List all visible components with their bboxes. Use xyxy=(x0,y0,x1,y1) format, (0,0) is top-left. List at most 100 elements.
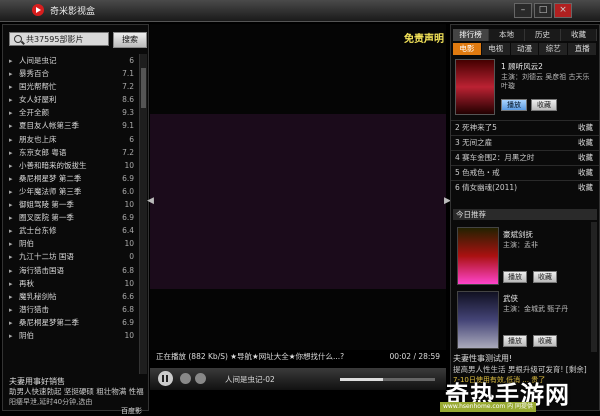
app-title: 奇米影视盒 xyxy=(50,7,96,17)
movie-rating: 6.0 xyxy=(122,186,134,196)
list-item[interactable]: ▸ 夏目友人帐第三季 9.1 xyxy=(9,119,136,132)
list-item[interactable]: ▸ 小善和暗来的饭拔生 10 xyxy=(9,159,136,172)
tab-anime[interactable]: 动漫 xyxy=(510,43,539,55)
today-title[interactable]: 豪斌剑抚 xyxy=(503,229,533,240)
favorite-link[interactable]: 收藏 xyxy=(578,151,593,165)
list-item[interactable]: ▸ 魔乳秘剑帖 6.6 xyxy=(9,290,136,303)
movie-title: 武士台东修 xyxy=(19,226,57,236)
movie-poster[interactable] xyxy=(457,227,499,285)
list-item[interactable]: ▸ 暴秀百合 7.1 xyxy=(9,67,136,80)
expand-arrow-icon: ▸ xyxy=(9,214,13,223)
list-item[interactable]: ▸ 女人好屋利 8.6 xyxy=(9,93,136,106)
movie-poster[interactable] xyxy=(457,291,499,349)
list-item[interactable]: ▸ 东京女郎 粤语 7.2 xyxy=(9,146,136,159)
favorite-button[interactable]: 收藏 xyxy=(531,99,557,111)
list-item[interactable]: 6 倩女幽魂(2011) 收藏 xyxy=(451,180,599,195)
list-item[interactable]: ▸ 再秋 10 xyxy=(9,277,136,290)
movie-rating: 6.9 xyxy=(122,213,134,223)
movie-title: 全开全颜 xyxy=(19,108,49,118)
tab-local[interactable]: 本地 xyxy=(489,29,525,41)
movie-rating: 6.4 xyxy=(122,226,134,236)
watermark-url: www.hsenhome.com 内 同提供 xyxy=(440,402,537,412)
list-item[interactable]: ▸ 桑尼桐星梦第二季 6.9 xyxy=(9,316,136,329)
list-scrollbar[interactable] xyxy=(139,54,147,374)
tab-history[interactable]: 历史 xyxy=(525,29,561,41)
favorite-link[interactable]: 收藏 xyxy=(578,136,593,150)
favorite-button[interactable]: 收藏 xyxy=(533,271,557,283)
today-item: 武侠 主演：金城武 甄子丹 播放 收藏 xyxy=(455,291,595,349)
list-item[interactable]: 3 无间之雇 收藏 xyxy=(451,135,599,150)
collapse-left-icon[interactable]: ◀ xyxy=(147,196,154,206)
tab-live[interactable]: 直播 xyxy=(568,43,596,55)
list-item[interactable]: ▸ 武士台东修 6.4 xyxy=(9,224,136,237)
list-item[interactable]: ▸ 少年魔法师 第三季 6.0 xyxy=(9,185,136,198)
list-item[interactable]: ▸ 阴伯 10 xyxy=(9,237,136,250)
ad-line-1[interactable]: 夫妻用事好销售 xyxy=(9,376,147,386)
minimize-button[interactable]: – xyxy=(514,3,532,18)
search-bar: 共37595部影片 搜索 xyxy=(9,32,147,48)
movie-title: 少年魔法师 第三季 xyxy=(19,186,82,196)
tab-variety[interactable]: 综艺 xyxy=(539,43,568,55)
panel-tabs: 排行榜 本地 历史 收藏 xyxy=(453,29,597,41)
video-frame xyxy=(150,114,446,289)
favorite-link[interactable]: 收藏 xyxy=(578,121,593,135)
maximize-button[interactable]: □ xyxy=(534,3,552,18)
list-item[interactable]: ▸ 九江十二坊 国语 0 xyxy=(9,250,136,263)
list-item[interactable]: ▸ 国光帮帮忙 7.2 xyxy=(9,80,136,93)
movie-title: 小善和暗来的饭拔生 xyxy=(19,160,87,170)
play-button[interactable]: 播放 xyxy=(503,335,527,347)
list-item[interactable]: ▸ 人间是虫记 6 xyxy=(9,54,136,67)
list-item[interactable]: ▸ 海行猎击国语 6.8 xyxy=(9,264,136,277)
feature-title[interactable]: 1 顾听风云2 xyxy=(501,61,543,72)
movie-rating: 7.1 xyxy=(122,69,134,79)
play-button[interactable]: 播放 xyxy=(503,271,527,283)
disclaimer-link[interactable]: 免责声明 xyxy=(404,30,444,45)
today-cast: 主演：金城武 甄子丹 xyxy=(503,305,569,313)
favorite-button[interactable]: 收藏 xyxy=(533,335,557,347)
volume-slider[interactable] xyxy=(340,378,435,381)
window-controls: – □ × xyxy=(514,3,572,18)
expand-arrow-icon: ▸ xyxy=(9,174,13,183)
close-button[interactable]: × xyxy=(554,3,572,18)
next-icon[interactable] xyxy=(195,373,206,384)
favorite-link[interactable]: 收藏 xyxy=(578,166,593,180)
list-item[interactable]: 4 赛车金围2：月黑之时 收藏 xyxy=(451,150,599,165)
time-display: 00:02 / 28:59 xyxy=(389,352,440,361)
category-tabs: 电影 电视 动漫 综艺 直播 xyxy=(453,43,597,55)
scrollbar-thumb[interactable] xyxy=(141,68,146,108)
expand-arrow-icon: ▸ xyxy=(9,253,13,262)
movie-rating: 6.8 xyxy=(122,265,134,275)
tab-favorites[interactable]: 收藏 xyxy=(561,29,597,41)
list-item[interactable]: 2 死神来了5 收藏 xyxy=(451,120,599,135)
movie-poster[interactable] xyxy=(455,59,495,115)
movie-rating: 8.6 xyxy=(122,95,134,105)
video-player[interactable]: 免责声明 xyxy=(150,24,446,350)
baidu-label[interactable]: 百度影 xyxy=(121,406,142,416)
expand-arrow-icon: ▸ xyxy=(9,266,13,275)
list-item[interactable]: ▸ 阴伯 10 xyxy=(9,329,136,342)
ad-line-2[interactable]: 助男人快速勃起 坚挺硬硕 粗壮物满 性福 xyxy=(9,386,147,396)
ad-line-2[interactable]: 提高男人性生活 男根升级可发育! [剩余] xyxy=(453,364,597,375)
list-item[interactable]: ▸ 圈叉医院 第一季 6.9 xyxy=(9,211,136,224)
ad-line-1[interactable]: 夫妻性事测试用! xyxy=(453,353,597,364)
list-item[interactable]: ▸ 潜行猎击 6.8 xyxy=(9,303,136,316)
list-item[interactable]: ▸ 桑尼桐星梦 第二季 6.9 xyxy=(9,172,136,185)
favorite-link[interactable]: 收藏 xyxy=(578,181,593,195)
play-button[interactable]: 播放 xyxy=(501,99,527,111)
list-item[interactable]: ▸ 御姐驾陵 第一季 10 xyxy=(9,198,136,211)
stop-icon[interactable] xyxy=(180,373,191,384)
search-button[interactable]: 搜索 xyxy=(113,32,147,48)
tab-ranking[interactable]: 排行榜 xyxy=(453,29,489,41)
list-item[interactable]: ▸ 朋友也上床 6 xyxy=(9,133,136,146)
status-bar: 正在播放 (882 Kb/S) ★导航★网址大全★你想找什么...? 00:02… xyxy=(150,350,446,364)
expand-arrow-icon: ▸ xyxy=(9,227,13,236)
today-item: 豪斌剑抚 主演：孟非 播放 收藏 xyxy=(455,227,595,285)
list-item[interactable]: 5 色戒色・戒 收藏 xyxy=(451,165,599,180)
recommend-scrollbar[interactable] xyxy=(591,222,597,352)
tab-movies[interactable]: 电影 xyxy=(453,43,481,55)
today-title[interactable]: 武侠 xyxy=(503,293,518,304)
list-item[interactable]: ▸ 全开全颜 9.3 xyxy=(9,106,136,119)
tab-tv[interactable]: 电视 xyxy=(481,43,510,55)
pause-button[interactable] xyxy=(158,371,173,386)
movie-title: 再秋 xyxy=(19,278,34,288)
